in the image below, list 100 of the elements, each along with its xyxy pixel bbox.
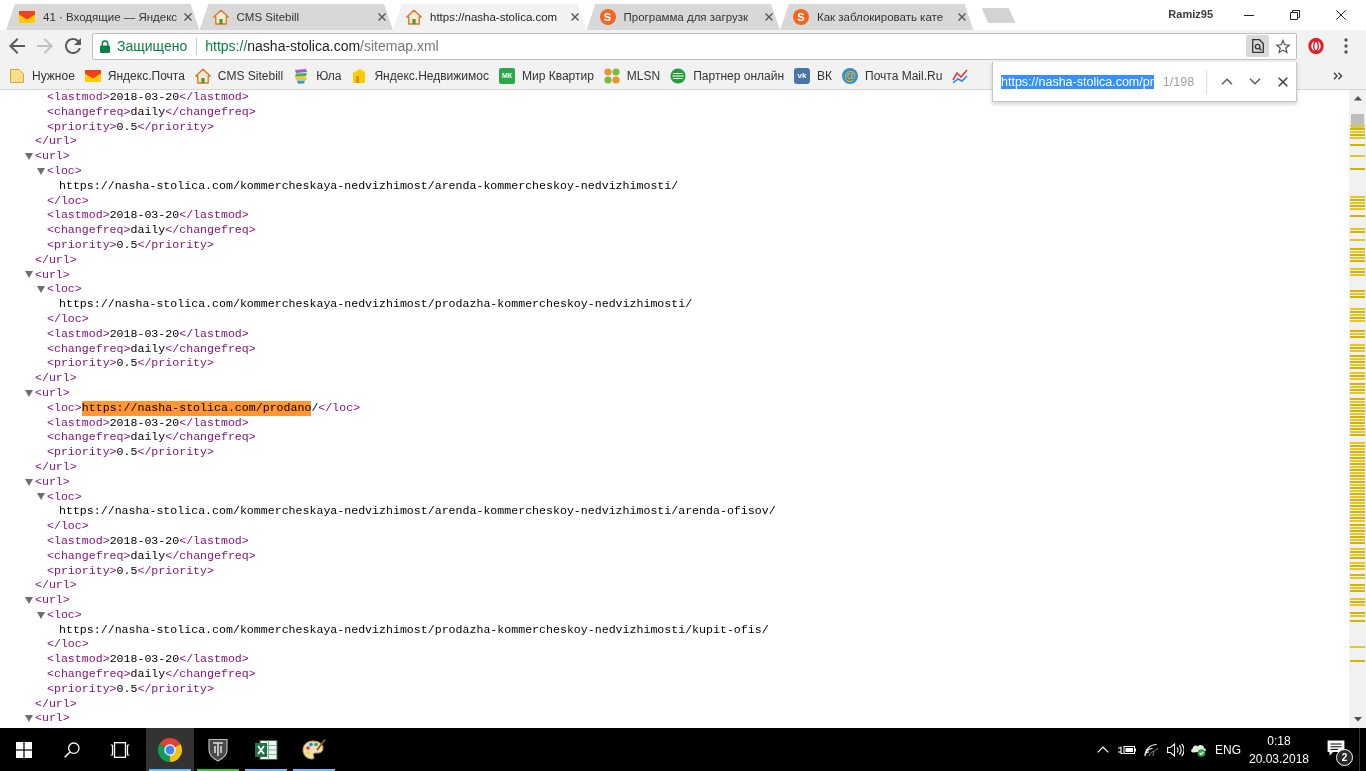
envelope-icon xyxy=(19,11,35,23)
close-tab-button[interactable] xyxy=(375,11,388,23)
xml-text: https://nasha-stolica.com/kommercheskaya-nedvizhimost/prodazha-kommercheskoy-nedvizhimosti/ xyxy=(59,297,693,312)
site-logo: @ xyxy=(842,67,859,84)
disclosure-triangle-icon[interactable] xyxy=(25,389,33,397)
disclosure-triangle-icon[interactable] xyxy=(25,715,33,723)
envelope-icon xyxy=(84,69,101,82)
xml-code-line: <changefreq>daily</changefreq> xyxy=(47,667,256,682)
xml-tag: </url> xyxy=(35,696,77,712)
disclosure-triangle-icon[interactable] xyxy=(37,611,45,619)
folder-icon xyxy=(9,67,25,84)
xml-tag: </loc> xyxy=(47,637,89,653)
bookmark-item[interactable]: vk ВК xyxy=(789,63,838,88)
four-squares-icon xyxy=(16,741,32,758)
clock[interactable]: 0:18 20.03.2018 xyxy=(1245,728,1313,771)
xml-tag: </loc> xyxy=(318,400,361,416)
profile-name[interactable]: Ramiz95 xyxy=(1168,8,1213,20)
xml-code-line: <lastmod>2018-03-20</lastmod> xyxy=(47,90,249,105)
close-icon xyxy=(1278,76,1289,87)
close-tab-button[interactable] xyxy=(956,11,968,23)
xml-text: / xyxy=(311,400,319,416)
disclosure-triangle-icon[interactable] xyxy=(25,597,33,604)
xml-tag: </url> xyxy=(35,371,77,386)
browser-tab[interactable]: S Как заблокировать кате xyxy=(780,4,974,30)
xml-tag: <loc> xyxy=(47,400,82,416)
disclosure-triangle-icon[interactable] xyxy=(37,286,45,294)
disclosure-triangle-icon[interactable] xyxy=(25,153,33,161)
reload-button[interactable] xyxy=(62,35,84,57)
xml-tag: <url> xyxy=(35,149,70,164)
security-label: Защищено xyxy=(117,38,188,54)
chevron-up-icon xyxy=(1221,78,1234,85)
xml-code-line: <changefreq>daily</changefreq> xyxy=(47,223,256,238)
striped-circle-icon xyxy=(670,67,687,84)
striped-logo-icon xyxy=(293,67,310,84)
notification-count: 2 xyxy=(1336,749,1353,766)
lock-icon xyxy=(100,39,110,53)
restore-icon xyxy=(1290,10,1300,20)
taskbar-app-button[interactable] xyxy=(146,728,194,771)
close-icon xyxy=(571,13,579,21)
disclosure-triangle-icon[interactable] xyxy=(37,493,45,501)
find-in-page-icon xyxy=(1251,39,1264,53)
clock-date: 20.03.2018 xyxy=(1248,751,1310,766)
xml-code-line: <lastmod>2018-03-20</lastmod> xyxy=(47,208,249,224)
xml-tag: </url> xyxy=(35,459,77,475)
bookmark-item[interactable]: Юла xyxy=(288,63,347,88)
xml-tag: <url> xyxy=(35,267,70,283)
notifications-button[interactable]: 2 xyxy=(1313,728,1359,771)
xml-code-line: <lastmod>2018-03-20</lastmod> xyxy=(47,326,249,342)
house-icon xyxy=(212,9,229,25)
close-icon xyxy=(184,13,192,21)
xml-tag: <loc> xyxy=(47,607,82,623)
disclosure-triangle-icon[interactable] xyxy=(25,271,33,279)
menu-icon xyxy=(1344,38,1348,54)
close-tab-button[interactable] xyxy=(762,11,775,23)
xml-tag: </url> xyxy=(35,134,77,150)
disclosure-triangle-icon[interactable] xyxy=(37,167,45,175)
triangle-up-icon xyxy=(1353,96,1362,101)
browser-logo-icon xyxy=(158,737,182,762)
xml-code-line: <priority>0.5</priority> xyxy=(47,119,214,135)
building-icon xyxy=(351,67,368,84)
address-bar[interactable]: Защищено https://nasha-stolica.com/sitemap.xml xyxy=(92,32,1297,60)
xml-code-line: <lastmod>2018-03-20</lastmod> xyxy=(47,652,249,668)
bookmark-item[interactable]: @ Почта Mail.Ru xyxy=(837,63,948,88)
house-icon xyxy=(406,9,422,25)
xml-code-line: <priority>0.5</priority> xyxy=(47,563,214,579)
browser-tab[interactable]: CMS Sitebill xyxy=(199,4,393,30)
close-icon xyxy=(377,13,386,21)
bookmark-item[interactable]: Яндекс.Почта xyxy=(79,63,190,88)
search-icon xyxy=(64,741,80,758)
browser-tab[interactable]: S Программа для загрузк xyxy=(586,4,780,30)
find-in-page-button[interactable] xyxy=(1246,35,1269,57)
shield-icon xyxy=(208,737,228,762)
browser-tab[interactable]: https://nasha-stolica.com xyxy=(393,4,587,30)
bookmark-item[interactable]: CMS Sitebill xyxy=(189,63,289,88)
extension-button[interactable] xyxy=(1305,35,1327,57)
minimize-icon xyxy=(1244,14,1254,16)
back-arrow-icon xyxy=(9,38,25,54)
xml-tag: <loc> xyxy=(47,489,82,505)
xml-tag: <loc> xyxy=(47,164,82,179)
close-tab-button[interactable] xyxy=(182,11,194,23)
xml-tag: </url> xyxy=(35,578,77,594)
bookmark-item[interactable]: Партнер онлайн xyxy=(665,63,790,88)
xml-code-line: <changefreq>daily</changefreq> xyxy=(47,104,256,120)
xml-tag: <loc> xyxy=(47,282,82,298)
bookmark-item[interactable]: MLSN xyxy=(598,63,666,88)
bookmark-item[interactable]: Нужное xyxy=(4,63,80,88)
input-language-button[interactable]: ENG xyxy=(1211,728,1245,771)
match-count: 1/198 xyxy=(1162,74,1195,89)
palette-icon xyxy=(302,737,326,762)
bookmark-item[interactable]: Яндекс.Недвижимос xyxy=(346,63,494,88)
close-tab-button[interactable] xyxy=(569,11,581,23)
cloud-check-icon xyxy=(1190,742,1208,757)
browser-tab[interactable]: 41 · Входящие — Яндекс xyxy=(6,4,200,30)
chart-icon xyxy=(952,67,969,84)
xml-code-line: <priority>0.5</priority> xyxy=(47,445,214,460)
xml-text: https://nasha-stolica.com/kommercheskaya-nedvizhimost/arenda-kommercheskoy-nedvizhimosti/arenda-ofisov/ xyxy=(59,504,776,520)
xml-tag: </loc> xyxy=(47,311,89,327)
disclosure-triangle-icon[interactable] xyxy=(25,478,33,486)
xml-code-line: <priority>0.5</priority> xyxy=(47,237,214,253)
ring-icon xyxy=(1308,38,1324,54)
